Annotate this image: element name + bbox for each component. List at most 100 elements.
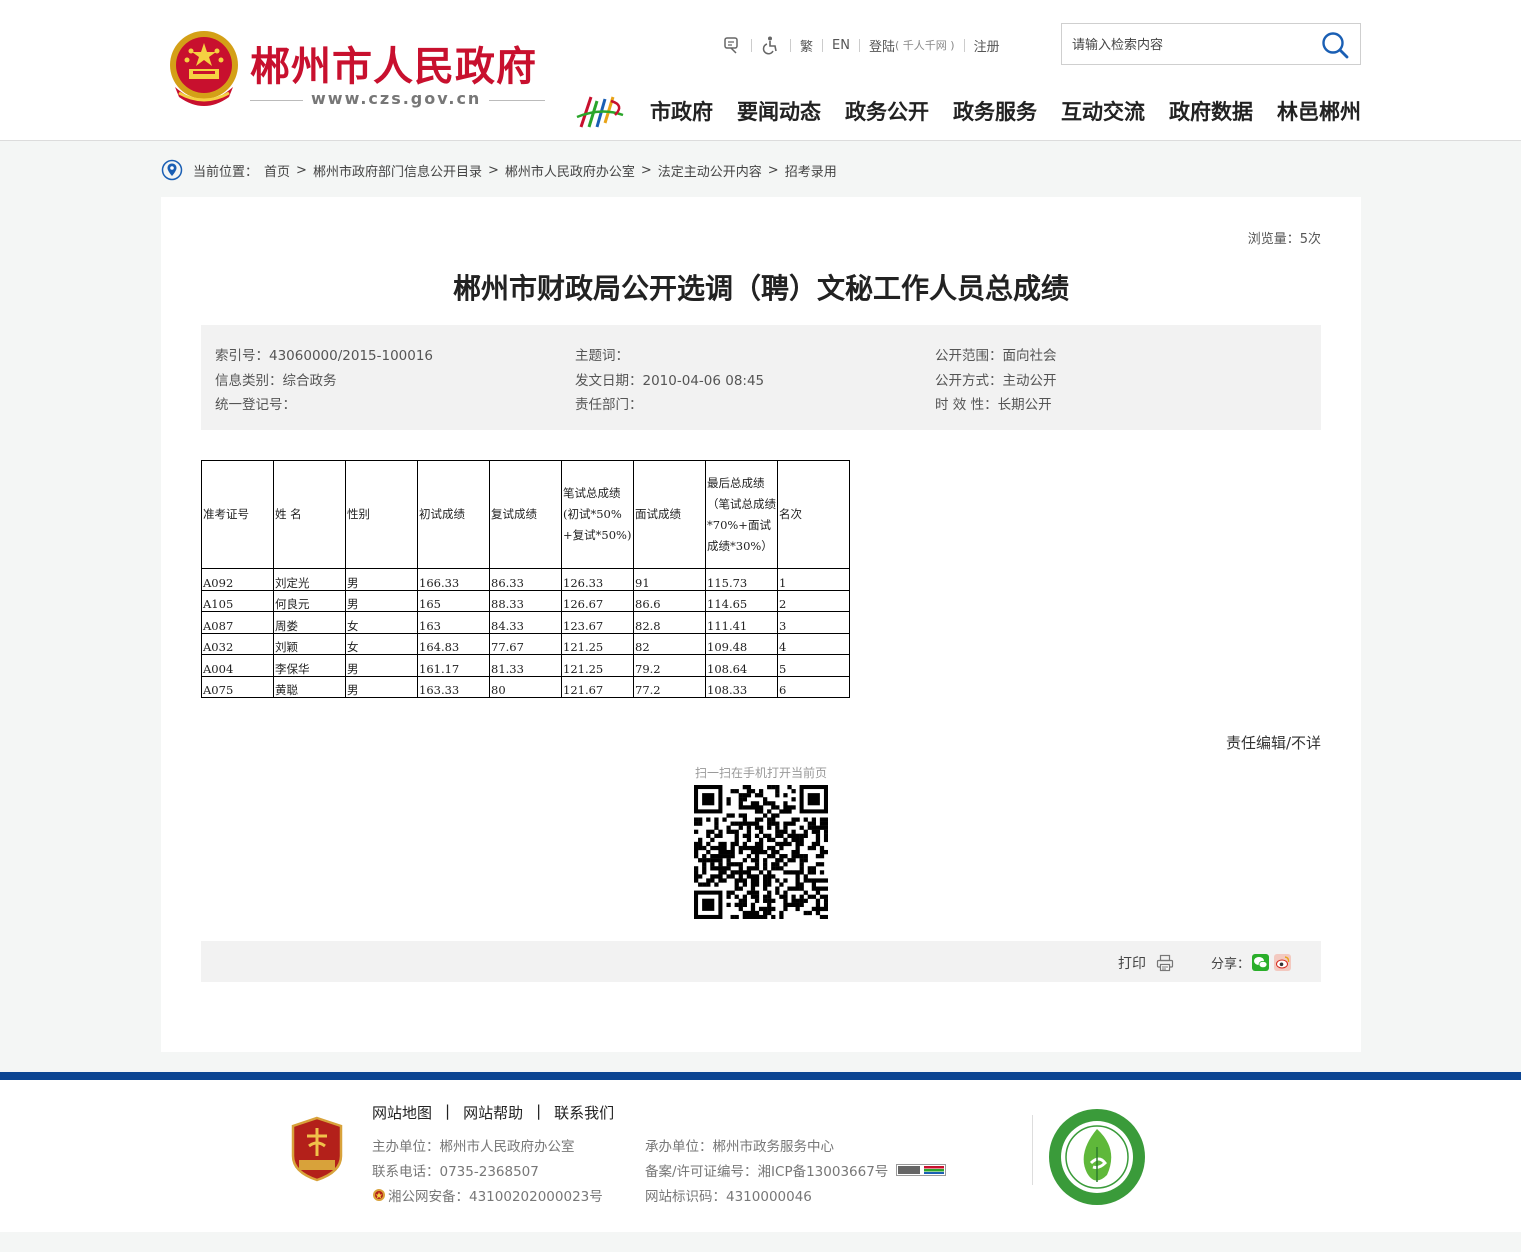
table-cell: 男 (345, 568, 418, 591)
search-input[interactable] (1072, 34, 1312, 56)
linyi-logo-icon (576, 96, 624, 128)
table-cell: 4 (777, 632, 850, 655)
meta-validity: 时 效 性：长期公开 (935, 397, 1052, 413)
separator (822, 38, 824, 52)
table-cell: 91 (633, 568, 706, 591)
table-cell: 86.33 (489, 568, 562, 591)
breadcrumb-label: 当前位置： (193, 164, 259, 180)
login-link[interactable]: 登陆 ( 千人千网 ) (869, 36, 955, 55)
breadcrumb-office[interactable]: 郴州市人民政府办公室 (505, 161, 635, 180)
table-cell: 何良元 (273, 589, 346, 612)
table-row: A092 刘定光男 166.33 86.33 126.33 91 115.73 1 (201, 568, 850, 591)
footer-divider (1032, 1115, 1033, 1185)
table-header-cell: 初试成绩 (417, 460, 490, 569)
separator (790, 38, 791, 52)
meta-date: 发文日期：2010-04-06 08:45 (575, 373, 765, 389)
table-cell: 108.64 (705, 654, 778, 677)
search-icon[interactable] (1320, 30, 1350, 60)
footer-police[interactable]: 湘公网安备：43100202000023号 (372, 1185, 603, 1205)
table-cell: 刘颖 (273, 632, 346, 655)
table-header-row: 准考证号 姓 名 性别 初试成绩 复试成绩 笔试总成绩(初试*50%+复试*50… (201, 460, 850, 569)
table-cell: 1 (777, 568, 850, 591)
site-header: 郴州市人民政府 www.czs.gov.cn 繁 EN 登陆 ( 千人千网 ) … (0, 0, 1521, 141)
table-cell: 5 (777, 654, 850, 677)
party-organ-badge-icon[interactable] (289, 1116, 345, 1182)
nav-item-gov-disclosure[interactable]: 政务公开 (845, 96, 929, 126)
table-cell: 111.41 (705, 611, 778, 634)
breadcrumb-dept-catalog[interactable]: 郴州市政府部门信息公开目录 (313, 161, 482, 180)
table-cell: 82.8 (633, 611, 706, 634)
register-link[interactable]: 注册 (974, 36, 1000, 55)
footer-bottom-strip (0, 1232, 1521, 1252)
footer-icp[interactable]: 备案/许可证编号：湘ICP备13003667号 (645, 1160, 947, 1180)
footer-organizer: 承办单位：郴州市政务服务中心 (645, 1139, 834, 1155)
breadcrumb-home[interactable]: 首页 (264, 161, 290, 180)
table-header-cell: 复试成绩 (489, 460, 562, 569)
separator (963, 38, 965, 52)
footer-site-code: 网站标识码：4310000046 (645, 1189, 812, 1205)
breadcrumb-recruitment[interactable]: 招考录用 (785, 161, 837, 180)
nav-item-interaction[interactable]: 互动交流 (1061, 96, 1145, 126)
separator (858, 38, 860, 52)
table-cell: 77.2 (633, 675, 706, 698)
qr-code-icon (694, 785, 828, 919)
table-cell: A075 (201, 675, 274, 698)
meta-reg-no: 统一登记号： (215, 397, 296, 413)
nav-item-gov-data[interactable]: 政府数据 (1169, 96, 1253, 126)
table-cell: 周娄 (273, 611, 346, 634)
table-cell: A105 (201, 589, 274, 612)
login-label: 登陆 (868, 39, 895, 55)
table-cell: A092 (201, 568, 274, 591)
meta-dept: 责任部门： (575, 397, 643, 413)
table-header-cell: 笔试总成绩(初试*50%+复试*50%) (561, 460, 634, 569)
accessibility-mode-icon[interactable] (761, 35, 781, 55)
national-emblem-icon[interactable] (165, 27, 243, 111)
table-row: A004 李保华男 161.17 81.33 121.25 79.2 108.64 5 (201, 654, 850, 677)
table-cell: 126.67 (561, 589, 634, 612)
main-nav: 市政府 要闻动态 政务公开 政务服务 互动交流 政府数据 林邑郴州 (650, 96, 1361, 126)
civilized-city-badge-icon[interactable] (1047, 1107, 1147, 1207)
nav-item-linyi-chenzhou[interactable]: 林邑郴州 (1277, 96, 1361, 126)
footer-accent-bar (0, 1072, 1521, 1080)
table-cell: 121.67 (561, 675, 634, 698)
breadcrumb-separator: > (640, 162, 652, 178)
table-cell: 123.67 (561, 611, 634, 634)
footer-link-separator: | (536, 1102, 542, 1120)
login-note: ( 千人千网 ) (894, 39, 955, 52)
table-cell: 86.6 (633, 589, 706, 612)
nav-item-gov-services[interactable]: 政务服务 (953, 96, 1037, 126)
meta-subject: 主题词： (575, 348, 629, 364)
table-cell: 女 (345, 632, 418, 655)
article-actions: 打印 分享： (201, 941, 1321, 982)
table-cell: 李保华 (273, 654, 346, 677)
weibo-icon[interactable] (1274, 954, 1292, 971)
responsible-editor: 责任编辑/不详 (1225, 734, 1321, 752)
site-title[interactable]: 郴州市人民政府 (250, 34, 537, 92)
wechat-icon[interactable] (1252, 954, 1270, 971)
cnzz-badge-icon[interactable] (896, 1164, 947, 1176)
table-cell: 84.33 (489, 611, 562, 634)
table-row: A105 何良元男 165 88.33 126.67 86.6 114.65 2 (201, 589, 850, 612)
table-cell: A087 (201, 611, 274, 634)
nav-item-city-government[interactable]: 市政府 (650, 96, 713, 126)
nav-item-news[interactable]: 要闻动态 (737, 96, 821, 126)
location-pin-icon (161, 159, 183, 181)
breadcrumb-statutory-content[interactable]: 法定主动公开内容 (658, 161, 762, 180)
footer-link-separator: | (445, 1102, 451, 1120)
footer-link-help[interactable]: 网站帮助 (463, 1102, 523, 1123)
accessibility-read-icon[interactable] (722, 35, 742, 55)
footer-host: 主办单位：郴州市人民政府办公室 (372, 1139, 575, 1155)
footer-link-contact[interactable]: 联系我们 (554, 1102, 614, 1123)
footer-link-sitemap[interactable]: 网站地图 (372, 1102, 432, 1123)
traditional-chinese-link[interactable]: 繁 (800, 36, 813, 55)
article-container: 浏览量：5次 郴州市财政局公开选调（聘）文秘工作人员总成绩 索引号：430600… (161, 197, 1361, 1052)
table-cell: 163 (417, 611, 490, 634)
table-cell: 女 (345, 611, 418, 634)
separator (751, 38, 752, 52)
table-cell: 77.67 (489, 632, 562, 655)
footer-icp-text: 备案/许可证编号：湘ICP备13003667号 (645, 1164, 889, 1180)
english-link[interactable]: EN (832, 38, 850, 53)
print-button[interactable]: 打印 (1118, 953, 1174, 973)
table-cell: 79.2 (633, 654, 706, 677)
table-cell: 88.33 (489, 589, 562, 612)
